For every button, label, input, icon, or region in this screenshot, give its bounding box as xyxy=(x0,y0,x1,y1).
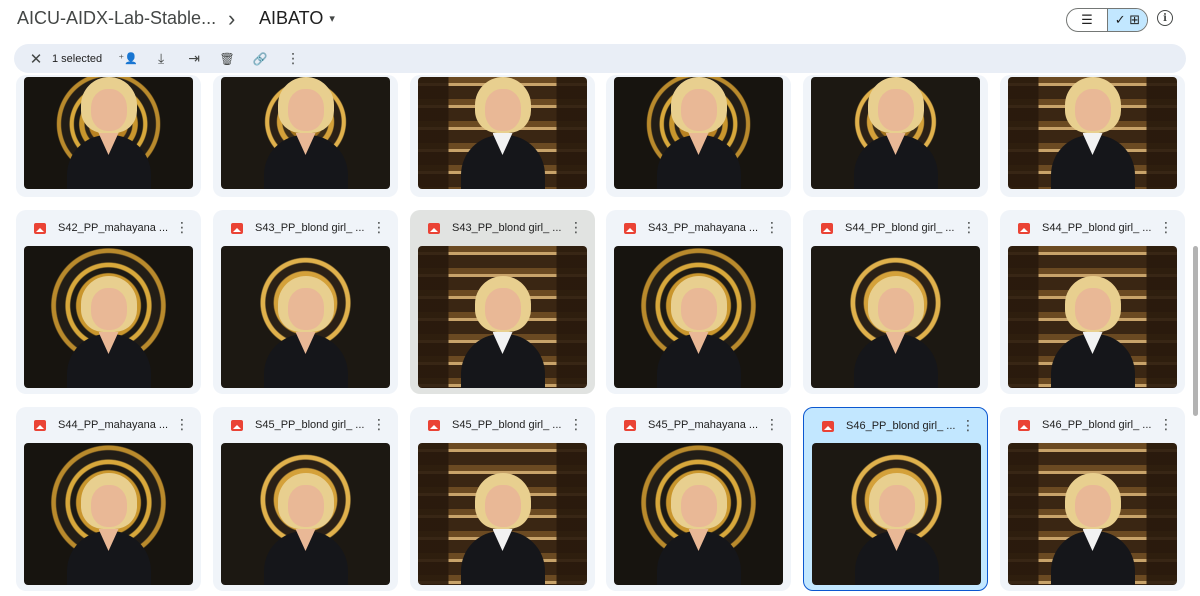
image-thumbnail xyxy=(221,77,390,189)
file-card[interactable]: S44_PP_blond girl_ ... ⋮ xyxy=(803,210,988,394)
file-name: S43_PP_mahayana ... xyxy=(648,222,759,234)
image-file-icon xyxy=(624,223,636,234)
image-thumbnail xyxy=(614,77,783,189)
image-file-icon xyxy=(34,420,46,431)
file-card[interactable] xyxy=(606,75,791,197)
file-card[interactable]: S45_PP_mahayana ... ⋮ xyxy=(606,407,791,591)
file-name: S44_PP_blond girl_ ... xyxy=(845,222,955,234)
image-thumbnail xyxy=(1008,77,1177,189)
file-name: S45_PP_blond girl_ ... xyxy=(255,419,365,431)
image-file-icon xyxy=(624,420,636,431)
file-name: S43_PP_blond girl_ ... xyxy=(255,222,365,234)
file-card[interactable]: S43_PP_blond girl_ ... ⋮ xyxy=(213,210,398,394)
more-options-icon[interactable]: ⋮ xyxy=(1159,219,1173,235)
file-name: S42_PP_mahayana ... xyxy=(58,222,169,234)
image-file-icon xyxy=(428,223,440,234)
file-card[interactable]: S45_PP_blond girl_ ... ⋮ xyxy=(213,407,398,591)
image-thumbnail xyxy=(418,443,587,585)
more-options-icon[interactable]: ⋮ xyxy=(175,219,189,235)
image-thumbnail xyxy=(811,246,980,388)
file-card[interactable] xyxy=(1000,75,1185,197)
more-options-icon[interactable]: ⋮ xyxy=(372,219,386,235)
more-options-icon[interactable]: ⋮ xyxy=(569,416,583,432)
file-card[interactable] xyxy=(410,75,595,197)
file-grid: S42_PP_mahayana ... ⋮ S43_PP_blond girl_ … xyxy=(0,0,1200,596)
image-thumbnail xyxy=(221,246,390,388)
more-options-icon[interactable]: ⋮ xyxy=(1159,416,1173,432)
file-card-hovered[interactable]: S43_PP_blond girl_ ... ⋮ xyxy=(410,210,595,394)
image-file-icon xyxy=(428,420,440,431)
vertical-scrollbar[interactable] xyxy=(1193,246,1198,416)
image-thumbnail xyxy=(1008,443,1177,585)
file-card[interactable]: S45_PP_blond girl_ ... ⋮ xyxy=(410,407,595,591)
file-name: S46_PP_blond girl_ ... xyxy=(1042,419,1152,431)
image-thumbnail xyxy=(811,77,980,189)
file-name: S43_PP_blond girl_ ... xyxy=(452,222,562,234)
image-file-icon xyxy=(1018,223,1030,234)
file-name: S44_PP_mahayana ... xyxy=(58,419,169,431)
image-file-icon xyxy=(34,223,46,234)
image-thumbnail xyxy=(24,246,193,388)
more-options-icon[interactable]: ⋮ xyxy=(765,416,779,432)
more-options-icon[interactable]: ⋮ xyxy=(372,416,386,432)
file-card[interactable] xyxy=(213,75,398,197)
more-options-icon[interactable]: ⋮ xyxy=(961,417,975,433)
image-thumbnail xyxy=(221,443,390,585)
image-thumbnail xyxy=(24,77,193,189)
image-file-icon xyxy=(1018,420,1030,431)
file-card-selected[interactable]: S46_PP_blond girl_ ... ⋮ xyxy=(803,407,988,591)
more-options-icon[interactable]: ⋮ xyxy=(962,219,976,235)
image-thumbnail xyxy=(812,443,981,585)
image-file-icon xyxy=(231,223,243,234)
image-thumbnail xyxy=(418,246,587,388)
file-card[interactable]: S44_PP_blond girl_ ... ⋮ xyxy=(1000,210,1185,394)
file-name: S46_PP_blond girl_ ... xyxy=(846,420,956,432)
file-card[interactable]: S42_PP_mahayana ... ⋮ xyxy=(16,210,201,394)
image-thumbnail xyxy=(24,443,193,585)
image-thumbnail xyxy=(1008,246,1177,388)
file-name: S45_PP_mahayana ... xyxy=(648,419,759,431)
file-card[interactable] xyxy=(16,75,201,197)
file-name: S45_PP_blond girl_ ... xyxy=(452,419,562,431)
image-thumbnail xyxy=(418,77,587,189)
image-thumbnail xyxy=(614,246,783,388)
more-options-icon[interactable]: ⋮ xyxy=(175,416,189,432)
file-card[interactable]: S46_PP_blond girl_ ... ⋮ xyxy=(1000,407,1185,591)
file-card[interactable]: S43_PP_mahayana ... ⋮ xyxy=(606,210,791,394)
image-thumbnail xyxy=(614,443,783,585)
file-name: S44_PP_blond girl_ ... xyxy=(1042,222,1152,234)
image-file-icon xyxy=(822,421,834,432)
more-options-icon[interactable]: ⋮ xyxy=(765,219,779,235)
image-file-icon xyxy=(231,420,243,431)
file-card[interactable]: S44_PP_mahayana ... ⋮ xyxy=(16,407,201,591)
more-options-icon[interactable]: ⋮ xyxy=(569,219,583,235)
image-file-icon xyxy=(821,223,833,234)
file-card[interactable] xyxy=(803,75,988,197)
